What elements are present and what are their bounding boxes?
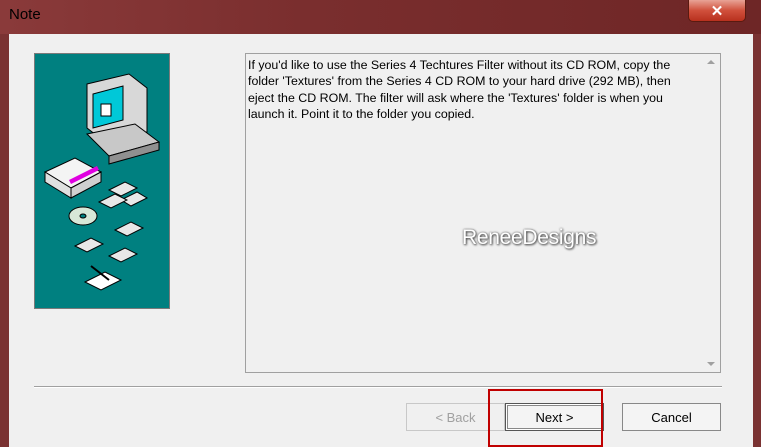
vertical-scrollbar[interactable] <box>703 54 720 372</box>
message-line: eject the CD ROM. The filter will ask wh… <box>248 90 663 105</box>
highlight-box <box>488 389 603 447</box>
message-line: launch it. Point it to the folder you co… <box>248 107 475 122</box>
dialog-body: If you'd like to use the Series 4 Techtu… <box>9 34 753 447</box>
scroll-down-icon[interactable] <box>707 362 715 366</box>
message-line: folder 'Textures' from the Series 4 CD R… <box>248 74 671 89</box>
scroll-up-icon[interactable] <box>707 60 715 64</box>
watermark: ReneeDesigns <box>462 226 597 249</box>
cancel-button[interactable]: Cancel <box>622 403 721 431</box>
title-bar[interactable]: Note ✕ <box>0 0 761 34</box>
sidebar-illustration <box>34 53 170 309</box>
window-title: Note <box>9 6 41 23</box>
message-text: If you'd like to use the Series 4 Techtu… <box>248 57 698 123</box>
message-textbox[interactable]: If you'd like to use the Series 4 Techtu… <box>245 53 721 373</box>
divider <box>34 386 722 388</box>
close-icon: ✕ <box>710 2 724 20</box>
computer-install-illustration-icon <box>43 73 161 291</box>
close-button[interactable]: ✕ <box>688 0 746 22</box>
message-line: If you'd like to use the Series 4 Techtu… <box>248 58 671 72</box>
